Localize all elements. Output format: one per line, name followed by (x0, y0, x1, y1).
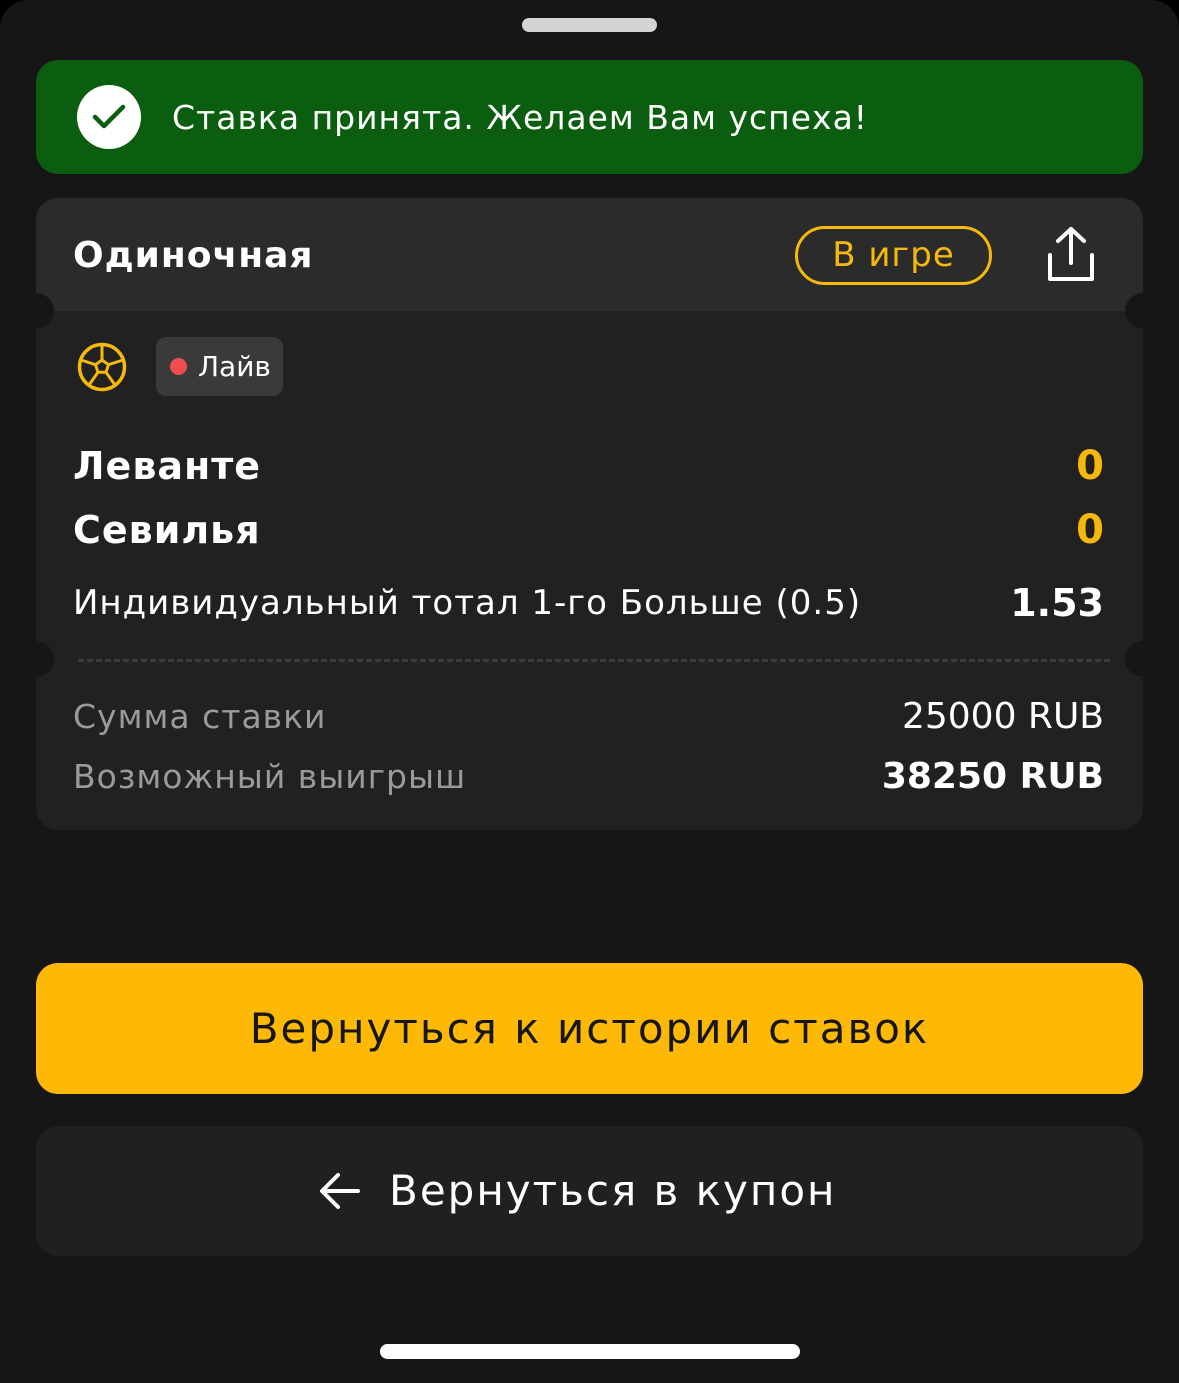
share-icon (1048, 227, 1094, 281)
ticket-notch-right (1125, 641, 1161, 677)
bet-market: Индивидуальный тотал 1-го Больше (0.5) (73, 583, 862, 623)
team-away-score: 0 (1076, 507, 1104, 553)
back-to-bet-history-button[interactable]: Вернуться к истории ставок (36, 963, 1143, 1094)
status-badge: В игре (795, 226, 992, 285)
possible-win-label: Возможный выигрыш (73, 757, 467, 796)
team-home-score: 0 (1076, 443, 1104, 489)
back-to-coupon-label: Вернуться в купон (389, 1166, 837, 1215)
live-badge: Лайв (156, 337, 283, 396)
ticket-notch-right (1125, 293, 1161, 329)
ticket-notch-left (18, 641, 54, 677)
live-dot-icon (170, 358, 187, 375)
stake-value: 25000 RUB (901, 696, 1104, 737)
bet-type-label: Одиночная (73, 235, 314, 276)
home-indicator[interactable] (380, 1344, 800, 1359)
sheet-grabber[interactable] (522, 18, 657, 32)
check-icon (77, 85, 141, 149)
share-button[interactable] (1038, 222, 1104, 288)
possible-win-value: 38250 RUB (881, 756, 1104, 797)
bet-confirmation-sheet: Ставка принята. Желаем Вам успеха! Одино… (0, 0, 1179, 1383)
ticket-divider (78, 659, 1110, 662)
team-home-name: Леванте (73, 444, 262, 488)
arrow-left-icon (320, 1173, 360, 1209)
live-label: Лайв (198, 350, 271, 383)
toast-message: Ставка принята. Желаем Вам успеха! (172, 98, 869, 137)
back-to-coupon-button[interactable]: Вернуться в купон (36, 1126, 1143, 1256)
soccer-ball-icon (77, 342, 127, 392)
bet-odds: 1.53 (1010, 581, 1104, 625)
stake-label: Сумма ставки (73, 697, 327, 736)
bet-card-footer (36, 659, 1143, 830)
ticket-notch-left (18, 293, 54, 329)
team-away-name: Севилья (73, 508, 261, 552)
